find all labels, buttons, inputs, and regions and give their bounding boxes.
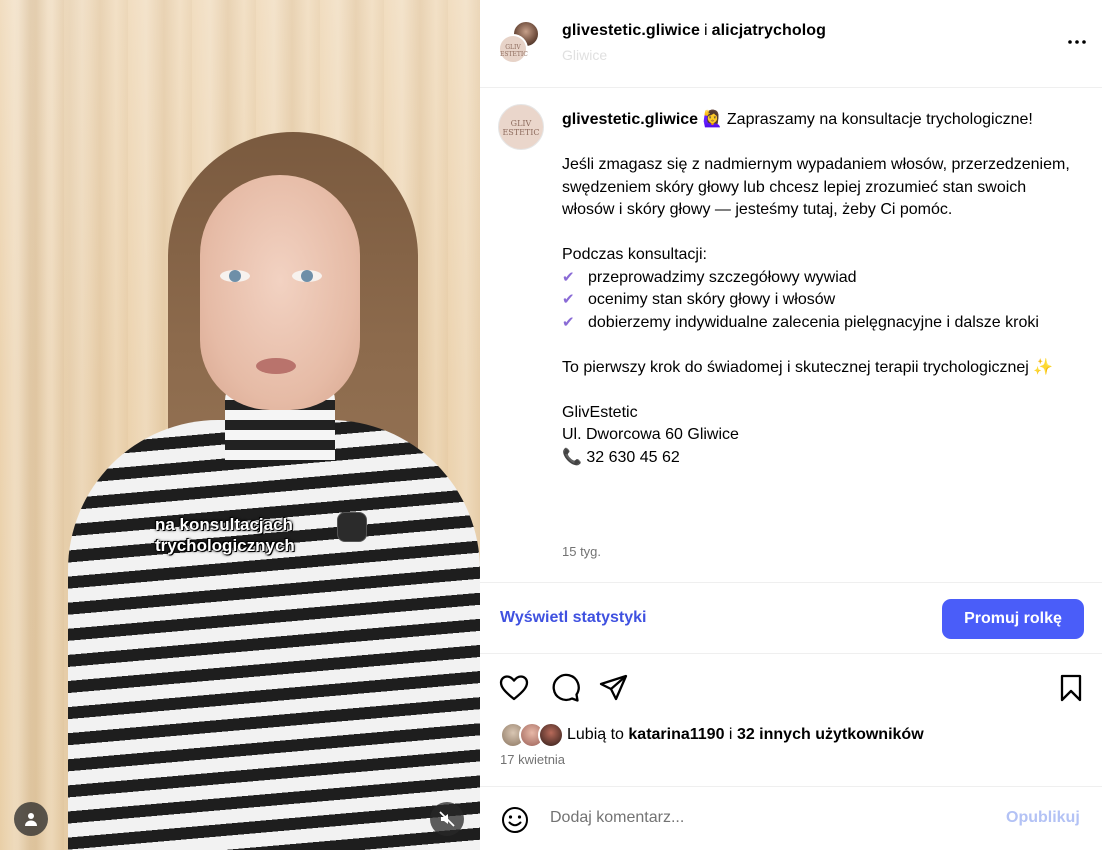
- caption-line-1: na konsultacjach: [155, 515, 293, 534]
- person-icon: [25, 813, 37, 826]
- closing-text: To pierwszy krok do świadomej i skuteczn…: [562, 358, 1029, 376]
- company-name: GlivEstetic: [562, 403, 638, 421]
- share-icon[interactable]: [598, 672, 630, 704]
- likes-username[interactable]: katarina1190: [628, 726, 724, 743]
- location-link[interactable]: Gliwice: [562, 47, 607, 63]
- promote-reel-button[interactable]: Promuj rolkę: [942, 599, 1084, 639]
- comment-input[interactable]: Dodaj komentarz...: [550, 809, 684, 827]
- checkmark-icon: ✔: [562, 313, 575, 331]
- engagement-section: Lubią to katarina1190 i 32 innych użytko…: [480, 654, 1102, 784]
- bullet-1-text: przeprowadzimy szczegółowy wywiad: [588, 268, 857, 286]
- company-address: Ul. Dworcowa 60 Gliwice: [562, 426, 739, 443]
- mouth: [256, 358, 296, 374]
- bullet-3-text: dobierzemy indywidualne zalecenia pielęg…: [588, 313, 1039, 331]
- company-phone: 📞 32 630 45 62: [562, 447, 1082, 470]
- right-eye: [292, 270, 322, 282]
- caption-closing: To pierwszy krok do świadomej i skuteczn…: [562, 357, 1082, 380]
- bullet-2-text: ocenimy stan skóry głowy i włosów: [588, 291, 836, 308]
- likes-others[interactable]: 32 innych użytkowników: [737, 726, 924, 743]
- caption-lead: glivestetic.gliwice 🙋‍♀️ Zapraszamy na k…: [562, 109, 1082, 132]
- post-date[interactable]: 17 kwietnia: [500, 752, 565, 767]
- checkmark-icon: ✔: [562, 268, 575, 286]
- author-username[interactable]: glivestetic.gliwice: [562, 111, 698, 128]
- liker-avatars: [500, 722, 564, 748]
- likes-summary[interactable]: Lubią to katarina1190 i 32 innych użytko…: [500, 722, 924, 748]
- caption-body: glivestetic.gliwice 🙋‍♀️ Zapraszamy na k…: [562, 109, 1082, 469]
- caption-line-2: trychologicznych: [155, 536, 295, 555]
- author-avatar[interactable]: GLIV ESTETIC: [498, 104, 544, 150]
- bookmark-icon[interactable]: [1055, 672, 1087, 704]
- post-caption: GLIV ESTETIC glivestetic.gliwice 🙋‍♀️ Za…: [480, 88, 1102, 582]
- heart-icon[interactable]: [498, 672, 530, 704]
- bullet-2: ✔ ocenimy stan skóry głowy i włosów: [562, 289, 1082, 312]
- likes-prefix: Lubią to: [567, 726, 624, 743]
- caption-time-ago[interactable]: 15 tyg.: [562, 544, 601, 559]
- collab-avatars[interactable]: GLIV ESTETIC: [498, 20, 542, 66]
- collab-usernames: glivestetic.gliwice i alicjatrycholog: [562, 22, 826, 40]
- avatar-glivestetic: GLIV ESTETIC: [498, 34, 528, 64]
- likes-mid: i: [728, 726, 733, 743]
- video-caption: na konsultacjach trychologicznych: [155, 514, 355, 556]
- more-options-icon[interactable]: [1065, 30, 1089, 54]
- liker-avatar: [538, 722, 564, 748]
- lead-emoji: 🙋‍♀️: [702, 111, 723, 128]
- comment-icon[interactable]: [549, 672, 581, 704]
- bullet-3: ✔ dobierzemy indywidualne zalecenia pielę…: [562, 312, 1082, 335]
- username-link-1[interactable]: glivestetic.gliwice: [562, 22, 700, 39]
- left-eye: [220, 270, 250, 282]
- comment-bar: Dodaj komentarz... Opublikuj: [480, 786, 1102, 850]
- publish-button[interactable]: Opublikuj: [1006, 809, 1080, 827]
- lead-text: Zapraszamy na konsultacje trychologiczne…: [726, 111, 1033, 128]
- mute-button[interactable]: [430, 802, 464, 836]
- tagged-users-button[interactable]: [14, 802, 48, 836]
- username-link-2[interactable]: alicjatrycholog: [712, 22, 826, 39]
- phone-number: 32 630 45 62: [586, 448, 680, 466]
- username-separator: i: [703, 22, 708, 39]
- caption-paragraph-1: Jeśli zmagasz się z nadmiernym wypadanie…: [562, 156, 1070, 218]
- bullet-1: ✔ przeprowadzimy szczegółowy wywiad: [562, 267, 1082, 290]
- sparkles-icon: ✨: [1033, 358, 1054, 376]
- reel-video[interactable]: na konsultacjach trychologicznych: [0, 0, 480, 850]
- view-insights-link[interactable]: Wyświetl statystyki: [500, 609, 646, 627]
- consult-heading: Podczas konsultacji:: [562, 246, 707, 263]
- checkmark-icon: ✔: [562, 291, 575, 308]
- person-face: [200, 175, 360, 410]
- phone-icon: 📞: [562, 448, 582, 466]
- striped-sweater: [68, 420, 480, 850]
- likes-text: Lubią to katarina1190 i 32 innych użytko…: [567, 726, 924, 744]
- speaker-muted-icon: [439, 811, 455, 827]
- post-side-panel: GLIV ESTETIC glivestetic.gliwice i alicjat…: [480, 0, 1102, 850]
- post-header: GLIV ESTETIC glivestetic.gliwice i alicjat…: [480, 0, 1102, 88]
- owner-actions-bar: Wyświetl statystyki Promuj rolkę: [480, 582, 1102, 654]
- emoji-icon[interactable]: [500, 805, 530, 835]
